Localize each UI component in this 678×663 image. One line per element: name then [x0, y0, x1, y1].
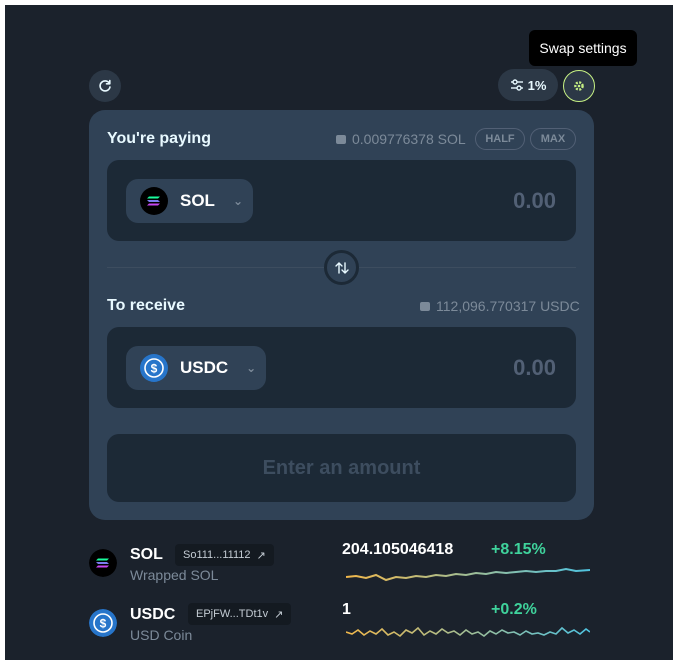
paying-balance: 0.009776378 SOL [336, 131, 466, 147]
token-address-link[interactable]: EPjFW...TDt1v ↗ [188, 603, 292, 625]
token-info-symbol: SOL [130, 546, 163, 563]
token-info-name: USD Coin [130, 627, 193, 643]
slippage-value: 1% [527, 77, 547, 93]
swap-settings-button[interactable] [563, 70, 595, 102]
paying-amount-input[interactable]: 0.00 [513, 188, 556, 214]
paying-label: You're paying [107, 130, 211, 147]
chevron-down-icon: ⌄ [246, 361, 257, 375]
refresh-button[interactable] [89, 70, 121, 102]
enter-amount-button[interactable]: Enter an amount [107, 434, 576, 502]
usdc-token-icon: $ [89, 609, 117, 637]
swap-arrows-icon [334, 261, 349, 274]
max-button[interactable]: MAX [530, 128, 576, 150]
usdc-token-icon: $ [140, 354, 168, 382]
receive-balance: 112,096.770317 USDC [420, 298, 580, 314]
sol-token-icon [140, 187, 168, 215]
usdc-sparkline [346, 626, 590, 638]
slippage-button[interactable]: 1% [498, 69, 558, 101]
token-info-name: Wrapped SOL [130, 567, 219, 583]
chevron-down-icon: ⌄ [232, 194, 244, 208]
wallet-icon [336, 134, 346, 144]
gear-icon [574, 81, 584, 91]
receive-balance-value: 112,096.770317 USDC [436, 298, 580, 314]
sliders-icon [510, 79, 523, 91]
receive-input-box: $ USDC ⌄ 0.00 [107, 327, 576, 408]
paying-token-selector[interactable]: SOL ⌄ [126, 179, 253, 223]
paying-token-symbol: SOL [180, 191, 215, 210]
swap-direction-button[interactable] [324, 250, 359, 285]
svg-text:$: $ [151, 362, 158, 376]
swap-settings-tooltip: Swap settings [529, 30, 637, 66]
wallet-icon [420, 301, 430, 311]
token-change: +8.15% [491, 541, 546, 558]
half-button[interactable]: HALF [475, 128, 525, 150]
receive-amount-output: 0.00 [513, 355, 556, 380]
token-address: EPjFW...TDt1v [196, 608, 269, 620]
receive-label: To receive [107, 297, 185, 314]
receive-token-symbol: USDC [180, 358, 229, 377]
token-price: 204.105046418 [342, 541, 454, 558]
paying-balance-value: 0.009776378 SOL [352, 131, 466, 147]
sol-token-icon [89, 549, 117, 577]
external-link-icon: ↗ [274, 608, 284, 621]
sol-sparkline [346, 567, 590, 582]
tooltip-text: Swap settings [539, 40, 627, 56]
token-change: +0.2% [491, 601, 537, 618]
paying-input-box: SOL ⌄ 0.00 [107, 160, 576, 241]
refresh-icon [99, 79, 111, 92]
receive-token-selector[interactable]: $ USDC ⌄ [126, 346, 266, 390]
token-price: 1 [342, 601, 351, 618]
external-link-icon: ↗ [256, 549, 266, 562]
svg-text:$: $ [100, 617, 107, 631]
token-info-symbol: USDC [130, 606, 176, 623]
token-address: So111...11112 [183, 549, 251, 561]
token-address-link[interactable]: So111...11112 ↗ [175, 544, 274, 566]
